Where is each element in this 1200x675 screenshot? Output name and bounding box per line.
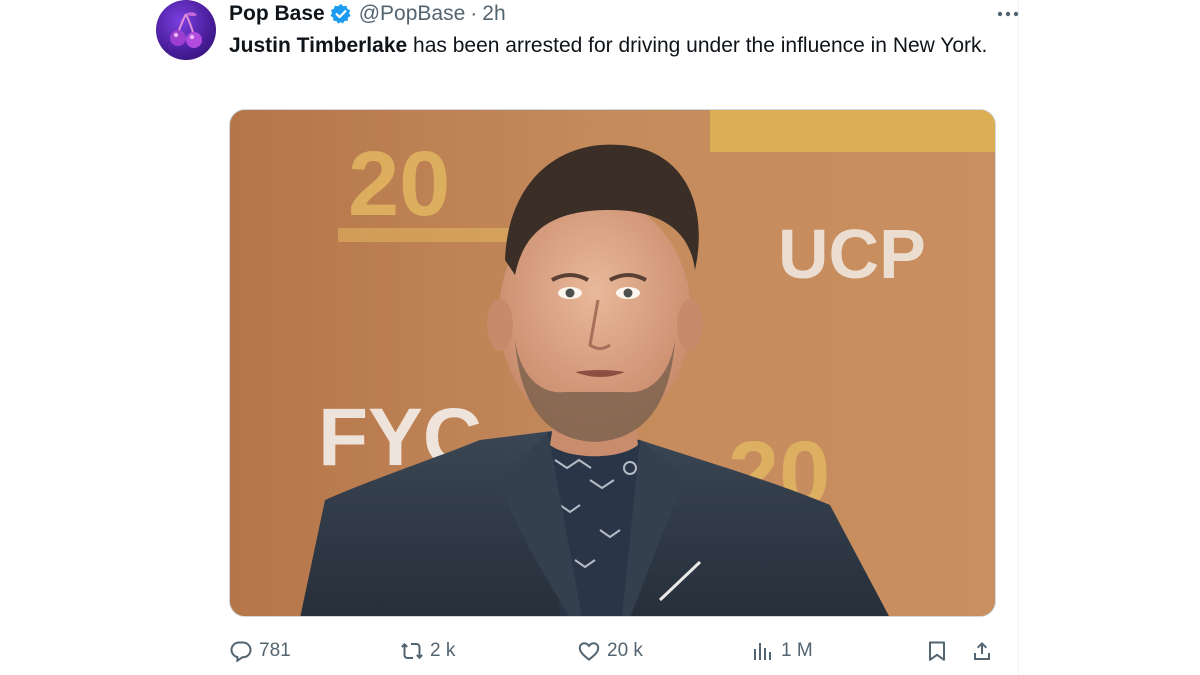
repost-count: 2 k	[430, 640, 456, 661]
tweet-text: Justin Timberlake has been arrested for …	[229, 31, 1004, 61]
bookmark-icon	[929, 641, 945, 661]
tweet[interactable]: Pop Base @PopBase · 2h Justin Timberlake…	[156, 0, 1019, 675]
separator-dot: ·	[470, 2, 478, 25]
reply-button[interactable]: 781	[229, 636, 291, 666]
like-button[interactable]: 20 k	[577, 636, 643, 666]
repost-icon	[401, 642, 423, 660]
handle[interactable]: @PopBase	[359, 2, 466, 26]
avatar-cherry-icon	[170, 12, 202, 48]
like-count: 20 k	[607, 640, 643, 661]
share-icon	[974, 642, 990, 660]
column-divider	[1018, 0, 1019, 675]
reply-icon	[230, 641, 252, 663]
views-button[interactable]: 1 M	[751, 636, 813, 666]
like-icon	[578, 642, 600, 661]
photo-sign-20: 20	[348, 133, 450, 235]
avatar[interactable]	[156, 0, 216, 60]
display-name[interactable]: Pop Base	[229, 2, 325, 26]
tweet-photo[interactable]: 20 UCP FYC 20	[229, 109, 996, 617]
timestamp[interactable]: 2h	[482, 2, 505, 26]
photo-illustration: 20 UCP FYC 20	[230, 110, 995, 616]
reply-count: 781	[259, 640, 291, 661]
share-button[interactable]	[970, 636, 994, 666]
verified-badge-icon[interactable]	[330, 3, 352, 25]
tweet-actions: 781 2 k 20 k 1 M	[229, 636, 999, 666]
tweet-text-bold[interactable]: Justin Timberlake	[229, 34, 407, 57]
tweet-header: Pop Base @PopBase · 2h	[229, 0, 506, 28]
views-icon	[754, 643, 771, 660]
tweet-text-rest: has been arrested for driving under the …	[407, 34, 988, 57]
photo-sign-ucp: UCP	[778, 215, 926, 293]
repost-button[interactable]: 2 k	[400, 636, 455, 666]
bookmark-button[interactable]	[925, 636, 949, 666]
views-count: 1 M	[781, 640, 813, 661]
more-icon[interactable]	[992, 0, 1024, 28]
